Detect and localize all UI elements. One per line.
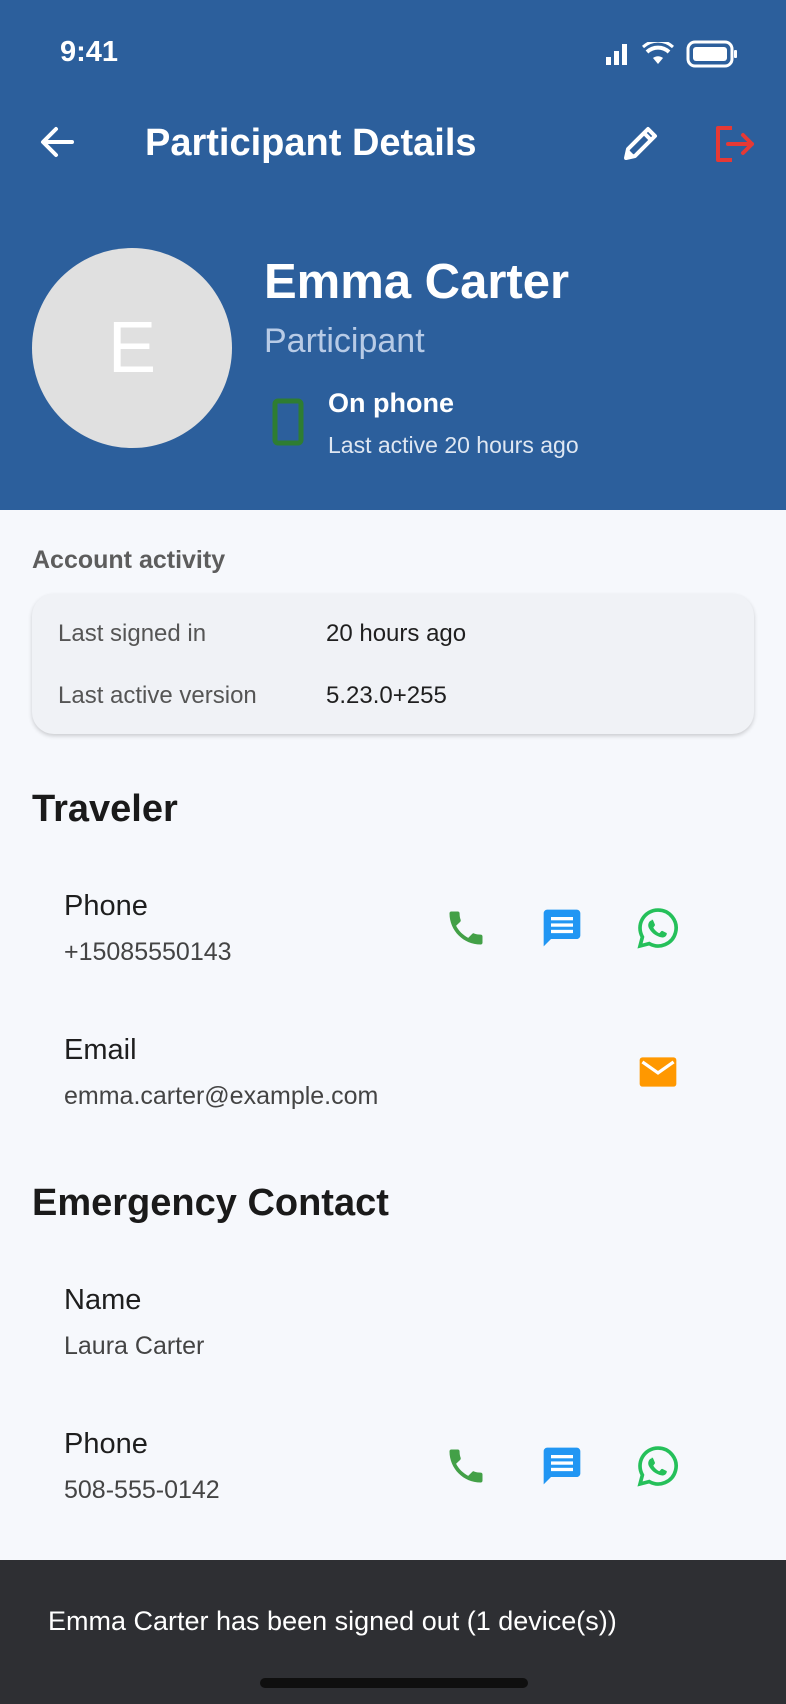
smartphone-icon xyxy=(272,398,304,446)
home-indicator[interactable] xyxy=(260,1678,528,1688)
snackbar-message: Emma Carter has been signed out (1 devic… xyxy=(48,1606,617,1636)
header: 9:41 Participant Details E Emma Carter P… xyxy=(0,0,786,510)
emergency-phone-value[interactable]: 508-555-0142 xyxy=(64,1476,220,1505)
activity-label: Last active version xyxy=(58,682,257,709)
signal-icon xyxy=(606,44,627,65)
emergency-name-value: Laura Carter xyxy=(64,1332,205,1360)
battery-icon xyxy=(686,40,737,68)
device-last-active: Last active 20 hours ago xyxy=(328,432,579,458)
participant-name: Emma Carter xyxy=(264,255,570,309)
traveler-section-title: Traveler xyxy=(32,788,178,830)
avatar-initial: E xyxy=(107,308,157,388)
back-arrow-icon[interactable] xyxy=(36,122,76,162)
logout-icon[interactable] xyxy=(712,122,756,166)
participant-role: Participant xyxy=(264,322,425,360)
phone-call-icon[interactable] xyxy=(444,1444,488,1488)
email-icon[interactable] xyxy=(636,1050,680,1094)
account-activity-caption: Account activity xyxy=(32,546,226,574)
wifi-icon xyxy=(642,42,674,64)
account-activity-card: Last signed in 20 hours ago Last active … xyxy=(32,594,754,734)
edit-pencil-icon[interactable] xyxy=(620,122,662,164)
traveler-phone-value[interactable]: +15085550143 xyxy=(64,938,232,967)
activity-value: 5.23.0+255 xyxy=(326,682,447,709)
device-status: On phone xyxy=(328,388,454,418)
emergency-contact-section-title: Emergency Contact xyxy=(32,1182,389,1224)
avatar: E xyxy=(32,248,232,448)
traveler-email-label: Email xyxy=(64,1034,137,1066)
status-time: 9:41 xyxy=(60,36,119,68)
activity-value: 20 hours ago xyxy=(326,620,467,647)
status-icons xyxy=(604,40,738,68)
phone-call-icon[interactable] xyxy=(444,906,488,950)
sms-message-icon[interactable] xyxy=(540,906,584,950)
emergency-phone-label: Phone xyxy=(64,1428,148,1460)
whatsapp-icon[interactable] xyxy=(636,906,680,950)
whatsapp-icon[interactable] xyxy=(636,1444,680,1488)
activity-label: Last signed in xyxy=(58,620,207,647)
emergency-name-label: Name xyxy=(64,1284,142,1316)
participant-details-screen: 9:41 Participant Details E Emma Carter P… xyxy=(0,0,786,1704)
page-title: Participant Details xyxy=(145,122,477,164)
traveler-phone-label: Phone xyxy=(64,890,148,922)
traveler-email-value[interactable]: emma.carter@example.com xyxy=(64,1082,378,1111)
sms-message-icon[interactable] xyxy=(540,1444,584,1488)
